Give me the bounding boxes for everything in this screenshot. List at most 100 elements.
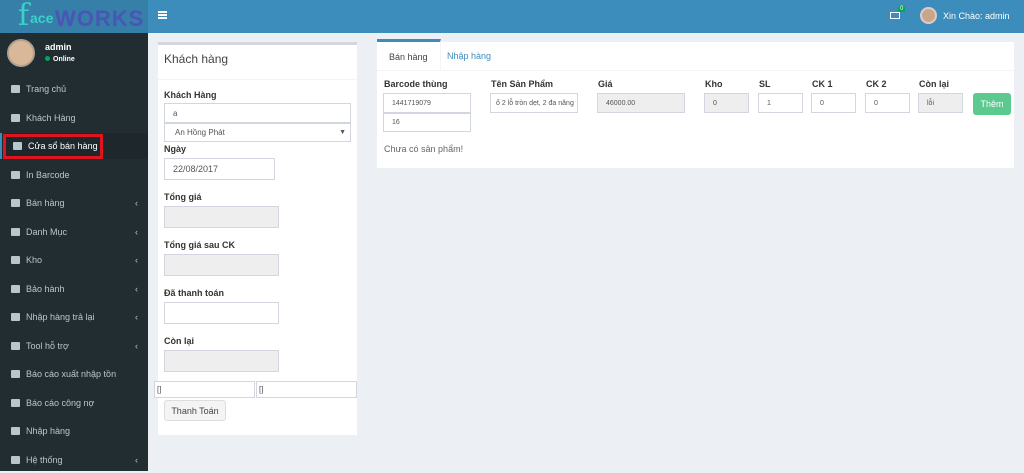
sidebar-item-label: Bán hàng	[26, 198, 65, 208]
sidebar-item-label: Tool hỗ trợ	[26, 340, 69, 351]
sidebar-item[interactable]: Danh Mục ‹	[0, 219, 148, 245]
list-icon	[11, 370, 20, 378]
sidebar-item[interactable]: Nhập hàng	[0, 418, 148, 444]
sidebar-item[interactable]: Kho ‹	[0, 247, 148, 273]
ck1-header: CK 1	[812, 79, 833, 89]
mail-count-badge: 0	[898, 6, 906, 12]
qty-header: SL	[759, 79, 771, 89]
product-name-input[interactable]: ổ 2 lỗ tròn dẹt, 2 đa năng	[490, 93, 578, 113]
sidebar-item-label: Nhập hàng	[26, 426, 71, 436]
customer-search-input[interactable]: a	[164, 103, 351, 123]
sidebar-item-label: Báo cáo xuất nhập tồn	[26, 369, 117, 379]
sidebar-item-label: Kho	[26, 255, 43, 265]
date-input[interactable]: 22/08/2017	[164, 158, 275, 180]
sidebar-item[interactable]: In Barcode	[0, 162, 148, 188]
sidebar-item[interactable]: Trang chủ	[0, 76, 148, 102]
stock-input[interactable]: 0	[704, 93, 749, 113]
user-name: admin	[45, 42, 72, 52]
greeting[interactable]: Xin Chào: admin	[943, 11, 1010, 21]
product-name-header: Tên Sản Phẩm	[491, 79, 554, 89]
price-header: Giá	[598, 79, 613, 89]
tab-ban-hang[interactable]: Bán hàng	[377, 39, 441, 70]
users-icon	[11, 113, 20, 122]
divider	[377, 70, 1014, 71]
paid-label: Đã thanh toán	[164, 288, 224, 298]
chevron-left-icon: ‹	[135, 198, 138, 208]
total-after-discount-label: Tổng giá sau CK	[164, 240, 236, 250]
book-icon	[11, 427, 20, 435]
customer-select[interactable]: An Hồng Phát ▼	[164, 123, 351, 142]
header-avatar[interactable]	[920, 7, 937, 24]
cubes-icon	[11, 256, 20, 264]
highlight-box	[3, 134, 103, 159]
barcode-qty-input[interactable]: 16	[383, 113, 471, 132]
remaining-label: Còn lại	[164, 336, 195, 346]
pay-button[interactable]: Thanh Toán	[164, 400, 226, 421]
barcode-input[interactable]: 1441719079	[383, 93, 471, 113]
sidebar: admin Online Trang chủ Khách Hàng Cửa sổ b…	[0, 33, 148, 471]
stock-header: Kho	[705, 79, 723, 89]
sidebar-item[interactable]: Bán hàng ‹	[0, 190, 148, 216]
sidebar-item-label: Bảo hành	[26, 283, 65, 294]
divider	[158, 79, 357, 80]
date-label: Ngày	[164, 144, 187, 154]
book-icon	[11, 227, 20, 236]
sidebar-item-label: Hệ thống	[26, 454, 63, 465]
barcode-header: Barcode thùng	[384, 79, 448, 89]
envelope-icon[interactable]	[890, 12, 900, 19]
extra-input-1[interactable]: []	[154, 381, 255, 398]
sidebar-item-label: Khách Hàng	[26, 112, 76, 123]
sidebar-item[interactable]: Bảo hành ‹	[0, 276, 148, 302]
sidebar-item[interactable]: Hệ thống ‹	[0, 447, 148, 473]
total-after-discount-input[interactable]	[164, 254, 279, 276]
remaining-input[interactable]: lỗi	[918, 93, 963, 113]
extra-input-2[interactable]: []	[256, 381, 357, 398]
sidebar-item[interactable]: Báo cáo xuất nhập tồn	[0, 361, 148, 387]
chevron-left-icon: ‹	[135, 283, 138, 294]
ck2-input[interactable]: 0	[865, 93, 910, 113]
chevron-left-icon: ‹	[135, 312, 138, 322]
barcode-icon	[11, 170, 20, 179]
online-dot-icon	[45, 56, 50, 61]
sales-panel: Bán hàng Nhập hàng Barcode thùng Tên Sản…	[377, 39, 1014, 168]
logo[interactable]: f ace WORKS	[0, 0, 148, 33]
qty-input[interactable]: 1	[758, 93, 803, 113]
sidebar-item[interactable]: Nhập hàng trả lại ‹	[0, 304, 148, 330]
chevron-left-icon: ‹	[135, 226, 138, 237]
panel-title: Khách hàng	[164, 52, 229, 66]
customer-panel: Khách hàng Khách Hàng a An Hồng Phát ▼ Ng…	[154, 42, 357, 435]
adjust-icon	[11, 341, 20, 350]
sidebar-item[interactable]: Báo cáo công nợ	[0, 390, 148, 416]
hamburger-icon[interactable]	[158, 11, 167, 19]
add-button[interactable]: Thêm	[973, 93, 1011, 115]
sidebar-item-label: In Barcode	[26, 169, 70, 180]
empty-message: Chưa có sản phẩm!	[384, 144, 464, 154]
sidebar-item-label: Nhập hàng trả lại	[26, 312, 95, 322]
total-label: Tổng giá	[164, 192, 202, 202]
ck2-header: CK 2	[866, 79, 887, 89]
top-navbar: 0 Xin Chào: admin	[148, 0, 1024, 33]
sidebar-item[interactable]: Tool hỗ trợ ‹	[0, 333, 148, 359]
sidebar-item-label: Trang chủ	[26, 84, 67, 94]
paid-input[interactable]	[164, 302, 279, 324]
customer-label: Khách Hàng	[164, 90, 217, 100]
book-icon	[11, 398, 20, 407]
sidebar-item-label: Báo cáo công nợ	[26, 397, 95, 408]
price-input[interactable]: 46000.00	[597, 93, 685, 113]
recycle-icon	[11, 313, 20, 321]
chevron-left-icon: ‹	[135, 454, 138, 465]
remaining-header: Còn lại	[919, 79, 950, 89]
avatar	[7, 39, 35, 67]
chevron-left-icon: ‹	[135, 340, 138, 351]
calculator-icon	[11, 199, 20, 207]
chevron-left-icon: ‹	[135, 255, 138, 265]
remaining-input[interactable]	[164, 350, 279, 372]
sidebar-item[interactable]: Khách Hàng	[0, 105, 148, 131]
cogs-icon	[11, 455, 20, 464]
sidebar-item-label: Danh Mục	[26, 226, 68, 237]
home-icon	[11, 85, 20, 93]
chevron-down-icon: ▼	[339, 129, 346, 136]
ck1-input[interactable]: 0	[811, 93, 856, 113]
total-input[interactable]	[164, 206, 279, 228]
tab-nhap-hang[interactable]: Nhập hàng	[435, 42, 503, 70]
